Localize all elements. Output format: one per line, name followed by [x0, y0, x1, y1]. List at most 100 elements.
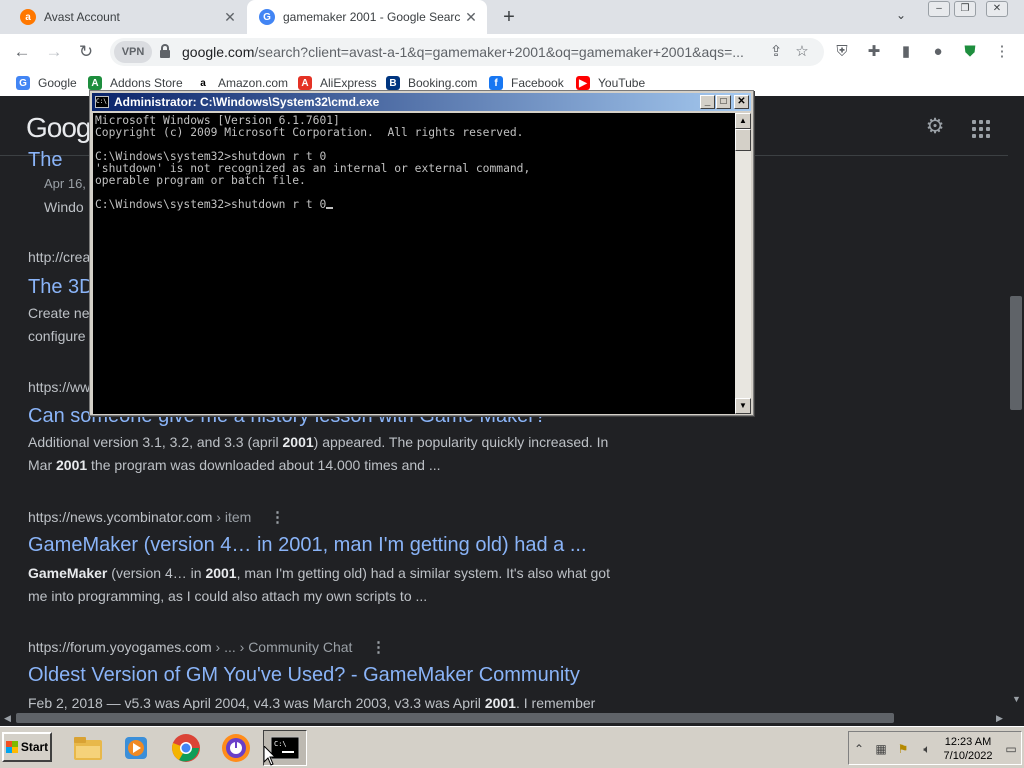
cmd-console[interactable]: Microsoft Windows [Version 6.1.7601] Cop…	[93, 113, 735, 414]
bookmark-facebook[interactable]: f Facebook	[489, 76, 564, 90]
result-cite[interactable]: https://news.ycombinator.com › item	[28, 509, 251, 525]
booking-icon: B	[386, 76, 400, 90]
taskbar-media-player[interactable]	[114, 730, 158, 766]
cite-domain: https://forum.yoyogames.com	[28, 639, 212, 655]
close-tab-icon[interactable]: ✕	[461, 9, 481, 26]
taskbar-chrome[interactable]	[164, 730, 208, 766]
scroll-down-arrow-icon[interactable]: ▼	[1012, 694, 1021, 704]
bookmark-label: YouTube	[598, 76, 646, 90]
volume-icon[interactable]: 🔈︎	[919, 742, 935, 756]
network-icon[interactable]: ▦	[873, 742, 889, 756]
windows-logo-icon	[5, 741, 18, 753]
scroll-right-arrow-icon[interactable]: ▶	[996, 713, 1003, 724]
lock-icon[interactable]	[160, 44, 170, 58]
security-shield-icon[interactable]: ⛊	[960, 42, 980, 62]
scroll-up-arrow-icon[interactable]: ▲	[735, 113, 751, 129]
show-hidden-icons-chevron-icon[interactable]: ⌃	[851, 742, 867, 756]
text-cursor	[326, 207, 334, 209]
bookmark-aliexpress[interactable]: A AliExpress	[298, 76, 377, 90]
bookmark-label: Google	[38, 76, 77, 90]
url-text[interactable]: google.com/search?client=avast-a-1&q=gam…	[182, 44, 762, 60]
reload-icon[interactable]: ↻	[74, 40, 98, 64]
clock[interactable]: 12:23 AM 7/10/2022	[941, 735, 995, 763]
page-vertical-scrollbar[interactable]: ▼	[1008, 96, 1024, 710]
result-title[interactable]: GameMaker (version 4… in 2001, man I'm g…	[28, 534, 587, 557]
cmd-window[interactable]: C:\ Administrator: C:\Windows\System32\c…	[89, 90, 754, 416]
result-options-icon[interactable]: ⋮	[270, 508, 285, 526]
taskbar-avast-browser[interactable]	[214, 730, 258, 766]
snippet-highlight: 2001	[56, 457, 88, 473]
avast-browser-icon	[222, 734, 250, 762]
scroll-left-arrow-icon[interactable]: ◀	[4, 713, 11, 724]
bookmark-addons-store[interactable]: A Addons Store	[88, 76, 183, 90]
scrollbar-thumb[interactable]	[735, 129, 751, 151]
new-tab-button[interactable]: +	[497, 6, 521, 28]
snippet-text: the program was downloaded about 14.000 …	[87, 457, 441, 473]
start-button[interactable]: Start	[2, 732, 52, 762]
snippet-highlight: GameMaker	[28, 565, 108, 581]
scrollbar-thumb[interactable]	[16, 713, 894, 723]
result-title[interactable]: The 3D	[28, 276, 94, 299]
result-title[interactable]: Oldest Version of GM You've Used? - Game…	[28, 664, 580, 687]
result-title[interactable]: The	[28, 149, 62, 172]
vpn-button[interactable]: VPN	[114, 41, 152, 63]
tab-google-search[interactable]: G gamemaker 2001 - Google Search ✕	[247, 0, 487, 34]
result-cite[interactable]: http://crea	[28, 249, 90, 265]
side-panel-icon[interactable]: ▮	[896, 42, 916, 62]
share-icon[interactable]: ⇪	[766, 42, 786, 62]
close-tab-icon[interactable]: ✕	[220, 9, 240, 26]
action-center-flag-icon[interactable]: ⚑	[895, 742, 911, 756]
console-input[interactable]: C:\Windows\system32>shutdown r t 0	[95, 198, 326, 211]
bookmark-google[interactable]: G Google	[16, 76, 77, 90]
menu-kebab-icon[interactable]: ⋮	[992, 42, 1012, 62]
taskbar-file-explorer[interactable]	[66, 730, 110, 766]
tab-avast-account[interactable]: a Avast Account ✕	[8, 0, 246, 34]
result-options-icon[interactable]: ⋮	[371, 638, 386, 656]
page-horizontal-scrollbar[interactable]: ◀ ▶	[0, 710, 1024, 726]
browser-tab-strip: a Avast Account ✕ G gamemaker 2001 - Goo…	[0, 0, 1024, 34]
bookmark-star-icon[interactable]: ☆	[792, 42, 812, 62]
snippet-text: (version 4… in	[107, 565, 206, 581]
cmd-icon[interactable]: C:\	[95, 96, 109, 108]
google-logo[interactable]: Goog	[26, 112, 91, 144]
media-player-icon	[125, 737, 147, 759]
scroll-down-arrow-icon[interactable]: ▼	[735, 398, 751, 414]
result-snippet: Additional version 3.1, 3.2, and 3.3 (ap…	[28, 431, 618, 477]
close-window-button[interactable]: ✕	[986, 1, 1008, 17]
ad-blocker-icon[interactable]: ⛨	[832, 42, 852, 62]
forward-arrow-icon[interactable]: →	[42, 40, 66, 64]
maximize-window-button[interactable]: ❐	[954, 1, 976, 17]
snippet-text: ) appeared. The popularity quickly incre…	[313, 434, 609, 450]
url-host: google.com	[182, 44, 255, 60]
bookmark-booking[interactable]: B Booking.com	[386, 76, 477, 90]
cmd-close-button[interactable]: ✕	[734, 95, 749, 109]
result-cite[interactable]: https://forum.yoyogames.com › ... › Comm…	[28, 639, 352, 655]
result-cite[interactable]: https://ww	[28, 379, 90, 395]
settings-gear-icon[interactable]: ⚙	[924, 116, 946, 138]
snippet-text: . I remember	[515, 695, 596, 710]
scrollbar-thumb[interactable]	[1010, 296, 1022, 410]
show-desktop-icon[interactable]: ▭	[1003, 742, 1019, 756]
minimize-window-button[interactable]: –	[928, 1, 950, 17]
folder-icon	[74, 737, 102, 760]
tab-search-chevron-icon[interactable]: ⌄	[896, 8, 906, 22]
extensions-puzzle-icon[interactable]: ✚	[864, 42, 884, 62]
result-snippet: GameMaker (version 4… in 2001, man I'm g…	[28, 562, 618, 608]
cmd-scrollbar[interactable]: ▲ ▼	[735, 113, 751, 414]
cmd-title: Administrator: C:\Windows\System32\cmd.e…	[114, 95, 380, 109]
snippet-line: configure	[28, 328, 86, 344]
console-prompt-line[interactable]: C:\Windows\system32>shutdown r t 0	[95, 199, 735, 211]
cmd-minimize-button[interactable]: _	[700, 95, 715, 109]
address-bar[interactable]: VPN google.com/search?client=avast-a-1&q…	[110, 38, 824, 66]
back-arrow-icon[interactable]: ←	[10, 40, 34, 64]
cmd-maximize-button[interactable]: □	[716, 95, 731, 109]
tab-title: Avast Account	[44, 10, 120, 24]
google-apps-icon[interactable]	[972, 120, 990, 138]
cite-domain: https://news.ycombinator.com	[28, 509, 213, 525]
bookmark-amazon[interactable]: a Amazon.com	[196, 76, 288, 90]
profile-avatar-icon[interactable]: ●	[928, 42, 948, 62]
cmd-title-bar[interactable]: C:\ Administrator: C:\Windows\System32\c…	[92, 93, 751, 111]
bookmark-youtube[interactable]: ▶ YouTube	[576, 76, 645, 90]
google-g-icon: G	[259, 9, 275, 25]
bookmark-label: Amazon.com	[218, 76, 289, 90]
